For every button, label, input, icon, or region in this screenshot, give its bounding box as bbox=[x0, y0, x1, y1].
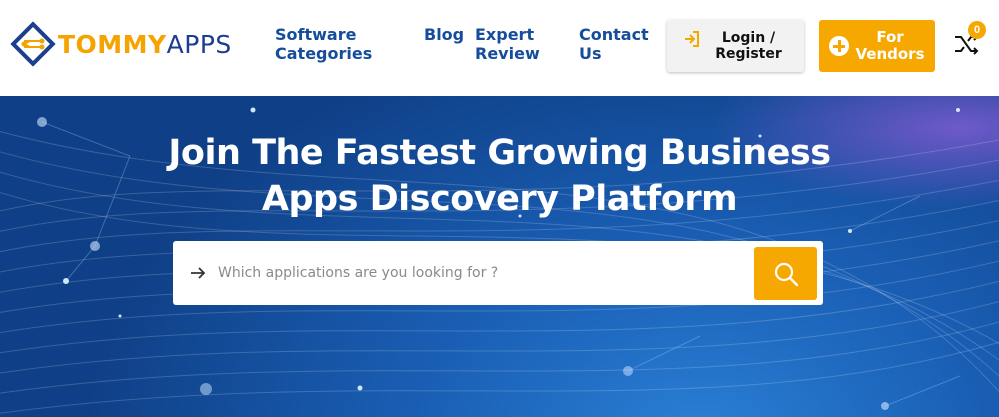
compare-button[interactable]: 0 bbox=[952, 21, 986, 58]
compare-count-badge: 0 bbox=[968, 21, 986, 39]
logo-text-apps: APPS bbox=[166, 29, 232, 59]
logo-mark-icon bbox=[10, 21, 56, 67]
search-box bbox=[173, 241, 823, 305]
hero-section: Join The Fastest Growing Business Apps D… bbox=[0, 96, 999, 417]
logo-text: TOMMYAPPS bbox=[58, 32, 232, 57]
hero-title: Join The Fastest Growing Business Apps D… bbox=[0, 130, 999, 222]
site-header: TOMMYAPPS Software Categories Blog Exper… bbox=[0, 0, 999, 96]
hero-title-line-2: Apps Discovery Platform bbox=[261, 179, 738, 219]
search-button[interactable] bbox=[754, 247, 817, 300]
logo-text-tommy: TOMMY bbox=[58, 29, 167, 59]
nav-blog[interactable]: Blog bbox=[424, 25, 464, 44]
nav-software-categories[interactable]: Software Categories bbox=[275, 25, 385, 63]
arrow-right-icon bbox=[191, 267, 206, 279]
login-arrow-icon bbox=[684, 31, 699, 47]
login-register-label: Login / Register bbox=[715, 30, 782, 62]
for-vendors-button[interactable]: For Vendors bbox=[819, 20, 935, 72]
nav-expert-review[interactable]: Expert Review bbox=[475, 25, 555, 63]
for-vendors-label: For Vendors bbox=[855, 28, 925, 63]
plus-circle-icon bbox=[829, 36, 849, 56]
logo[interactable]: TOMMYAPPS bbox=[10, 21, 250, 67]
login-register-button[interactable]: Login / Register bbox=[667, 20, 804, 72]
nav-contact-us[interactable]: Contact Us bbox=[579, 25, 659, 63]
hero-title-line-1: Join The Fastest Growing Business bbox=[168, 133, 831, 173]
search-icon bbox=[774, 262, 798, 286]
search-input[interactable] bbox=[218, 253, 738, 293]
